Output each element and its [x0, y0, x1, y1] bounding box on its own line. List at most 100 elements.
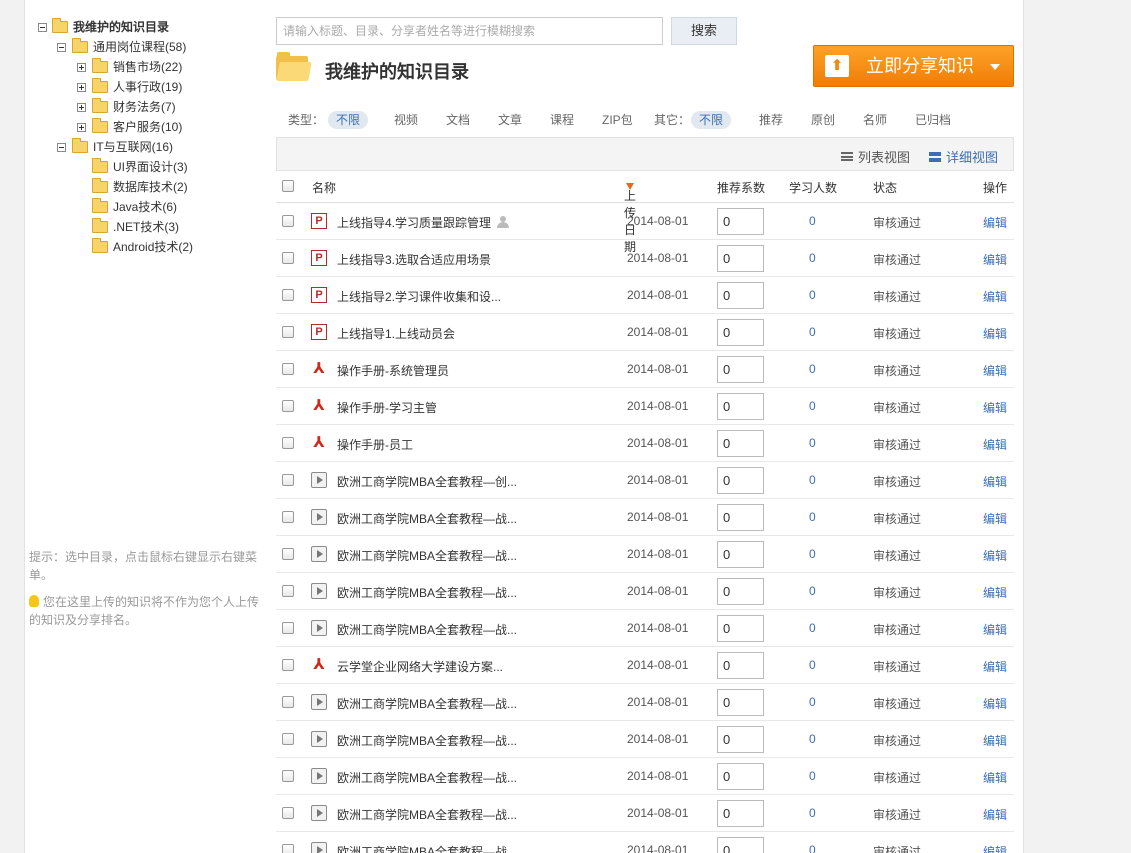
edit-link[interactable]: 编辑	[983, 732, 1007, 749]
row-title[interactable]: 欧洲工商学院MBA全套教程—战...	[337, 510, 517, 527]
edit-link[interactable]: 编辑	[983, 362, 1007, 379]
collapse-toggle-icon[interactable]	[57, 143, 66, 152]
tree-node-it-internet[interactable]: IT与互联网(16)	[35, 137, 265, 157]
expand-toggle-icon[interactable]	[77, 83, 86, 92]
row-checkbox[interactable]	[282, 770, 294, 782]
chevron-down-icon[interactable]	[990, 64, 1000, 70]
search-button[interactable]: 搜索	[671, 17, 737, 45]
row-checkbox[interactable]	[282, 696, 294, 708]
row-checkbox[interactable]	[282, 807, 294, 819]
recommend-input[interactable]	[717, 578, 764, 605]
recommend-input[interactable]	[717, 282, 764, 309]
edit-link[interactable]: 编辑	[983, 288, 1007, 305]
row-checkbox[interactable]	[282, 400, 294, 412]
column-header-date[interactable]: 上传日期	[624, 179, 636, 254]
tree-node-sales[interactable]: 销售市场(22)	[35, 57, 265, 77]
row-title[interactable]: 云学堂企业网络大学建设方案...	[337, 658, 503, 675]
row-checkbox[interactable]	[282, 474, 294, 486]
edit-link[interactable]: 编辑	[983, 658, 1007, 675]
other-filter-archived[interactable]: 已归档	[915, 112, 951, 128]
recommend-input[interactable]	[717, 615, 764, 642]
recommend-input[interactable]	[717, 726, 764, 753]
collapse-toggle-icon[interactable]	[57, 43, 66, 52]
edit-link[interactable]: 编辑	[983, 769, 1007, 786]
tree-node-general-courses[interactable]: 通用岗位课程(58)	[35, 37, 265, 57]
type-filter-zip[interactable]: ZIP包	[602, 112, 633, 128]
tree-node-ui-design[interactable]: UI界面设计(3)	[35, 157, 265, 177]
edit-link[interactable]: 编辑	[983, 806, 1007, 823]
edit-link[interactable]: 编辑	[983, 214, 1007, 231]
edit-link[interactable]: 编辑	[983, 473, 1007, 490]
tree-node-finance[interactable]: 财务法务(7)	[35, 97, 265, 117]
row-checkbox[interactable]	[282, 215, 294, 227]
tree-node-java[interactable]: Java技术(6)	[35, 197, 265, 217]
recommend-input[interactable]	[717, 319, 764, 346]
type-filter-course[interactable]: 课程	[550, 112, 574, 128]
edit-link[interactable]: 编辑	[983, 843, 1007, 853]
row-title[interactable]: 上线指导1.上线动员会	[337, 325, 455, 342]
edit-link[interactable]: 编辑	[983, 547, 1007, 564]
row-checkbox[interactable]	[282, 326, 294, 338]
edit-link[interactable]: 编辑	[983, 510, 1007, 527]
row-title[interactable]: 操作手册-系统管理员	[337, 362, 449, 379]
tree-node-dotnet[interactable]: .NET技术(3)	[35, 217, 265, 237]
row-title[interactable]: 上线指导3.选取合适应用场景	[337, 251, 491, 268]
recommend-input[interactable]	[717, 763, 764, 790]
row-checkbox[interactable]	[282, 844, 294, 853]
tree-node-database[interactable]: 数据库技术(2)	[35, 177, 265, 197]
share-knowledge-button[interactable]: ⬆ 立即分享知识	[813, 45, 1014, 87]
edit-link[interactable]: 编辑	[983, 621, 1007, 638]
recommend-input[interactable]	[717, 467, 764, 494]
search-input[interactable]	[276, 17, 663, 45]
recommend-input[interactable]	[717, 393, 764, 420]
row-title[interactable]: 上线指导2.学习课件收集和设...	[337, 288, 501, 305]
recommend-input[interactable]	[717, 837, 764, 853]
row-checkbox[interactable]	[282, 585, 294, 597]
other-filter-all[interactable]: 不限	[691, 111, 732, 129]
row-checkbox[interactable]	[282, 252, 294, 264]
expand-toggle-icon[interactable]	[77, 103, 86, 112]
row-title[interactable]: 欧洲工商学院MBA全套教程—战...	[337, 621, 517, 638]
other-filter-original[interactable]: 原创	[811, 112, 835, 128]
row-title[interactable]: 操作手册-员工	[337, 436, 413, 453]
edit-link[interactable]: 编辑	[983, 399, 1007, 416]
row-checkbox[interactable]	[282, 659, 294, 671]
row-title[interactable]: 欧洲工商学院MBA全套教程—战...	[337, 732, 517, 749]
row-checkbox[interactable]	[282, 548, 294, 560]
type-filter-all[interactable]: 不限	[328, 111, 369, 129]
recommend-input[interactable]	[717, 356, 764, 383]
recommend-input[interactable]	[717, 430, 764, 457]
row-title[interactable]: 上线指导4.学习质量跟踪管理	[337, 214, 511, 231]
row-title[interactable]: 欧洲工商学院MBA全套教程—战...	[337, 584, 517, 601]
recommend-input[interactable]	[717, 541, 764, 568]
expand-toggle-icon[interactable]	[77, 123, 86, 132]
row-title[interactable]: 操作手册-学习主管	[337, 399, 437, 416]
row-title[interactable]: 欧洲工商学院MBA全套教程—战...	[337, 547, 517, 564]
edit-link[interactable]: 编辑	[983, 584, 1007, 601]
edit-link[interactable]: 编辑	[983, 695, 1007, 712]
tree-node-root[interactable]: 我维护的知识目录	[35, 17, 265, 37]
detail-view-button[interactable]: 详细视图	[929, 147, 998, 166]
edit-link[interactable]: 编辑	[983, 436, 1007, 453]
select-all-checkbox[interactable]	[282, 180, 294, 192]
row-checkbox[interactable]	[282, 511, 294, 523]
row-title[interactable]: 欧洲工商学院MBA全套教程—战...	[337, 695, 517, 712]
recommend-input[interactable]	[717, 504, 764, 531]
type-filter-article[interactable]: 文章	[498, 112, 522, 128]
row-checkbox[interactable]	[282, 437, 294, 449]
recommend-input[interactable]	[717, 245, 764, 272]
expand-toggle-icon[interactable]	[77, 63, 86, 72]
row-checkbox[interactable]	[282, 622, 294, 634]
edit-link[interactable]: 编辑	[983, 251, 1007, 268]
row-title[interactable]: 欧洲工商学院MBA全套教程—战...	[337, 806, 517, 823]
edit-link[interactable]: 编辑	[983, 325, 1007, 342]
type-filter-document[interactable]: 文档	[446, 112, 470, 128]
recommend-input[interactable]	[717, 689, 764, 716]
other-filter-recommended[interactable]: 推荐	[759, 112, 783, 128]
collapse-toggle-icon[interactable]	[38, 23, 47, 32]
tree-node-hr[interactable]: 人事行政(19)	[35, 77, 265, 97]
type-filter-video[interactable]: 视频	[394, 112, 418, 128]
recommend-input[interactable]	[717, 800, 764, 827]
row-checkbox[interactable]	[282, 363, 294, 375]
other-filter-famous-teacher[interactable]: 名师	[863, 112, 887, 128]
